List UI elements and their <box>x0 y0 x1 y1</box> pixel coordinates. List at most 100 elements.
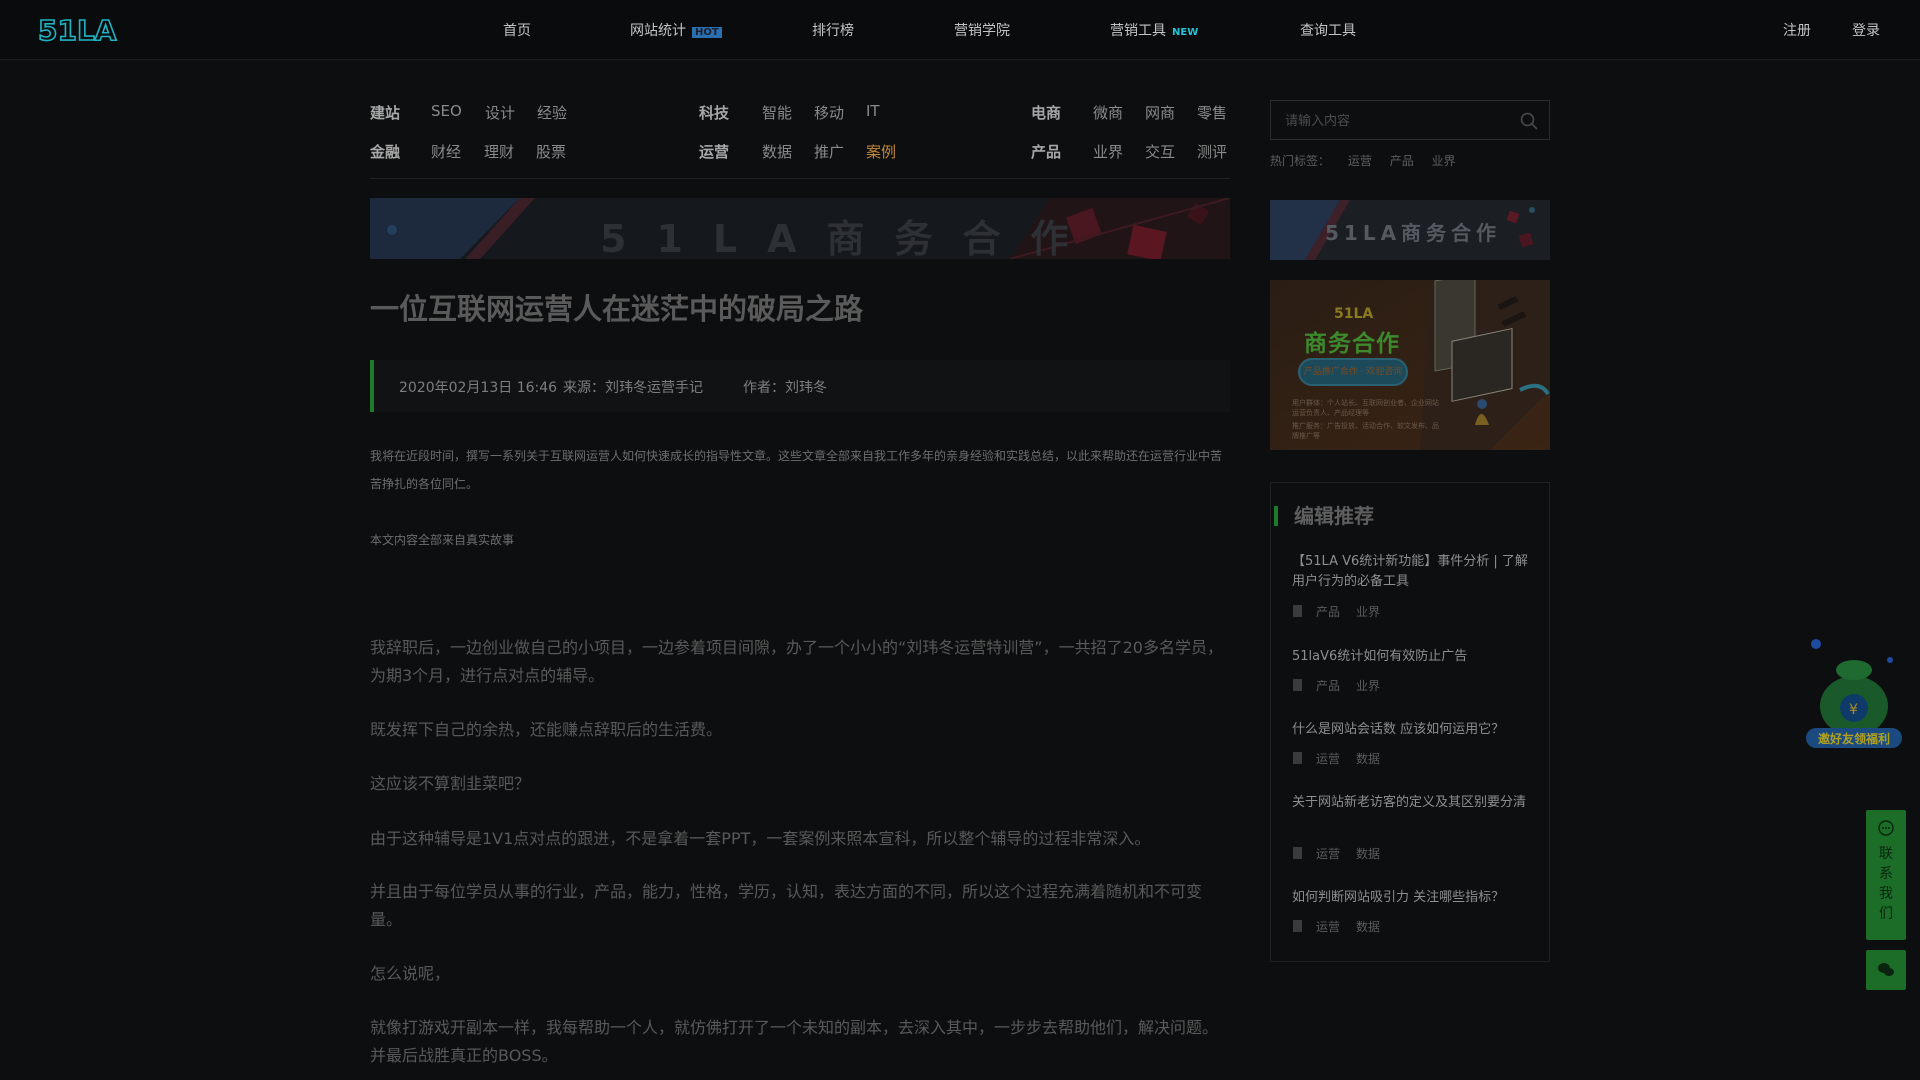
category-link[interactable]: 运营 <box>699 141 729 162</box>
article-intro: 我将在近段时间，撰写一系列关于互联网运营人如何快速成长的指导性文章。这些文章全部… <box>370 449 1223 491</box>
hot-badge: HOT <box>692 27 722 38</box>
recommend-article-link[interactable]: 【51LA V6统计新功能】事件分析 | 了解用户行为的必备工具 <box>1292 552 1537 592</box>
recommend-tags: 产品 业界 <box>1293 677 1396 694</box>
tag[interactable]: 业界 <box>1356 605 1380 619</box>
business-banner[interactable]: 51LA商务合作 <box>370 198 1230 259</box>
recommend-tags: 运营 数据 <box>1293 750 1396 767</box>
contact-us-button[interactable]: 联 系 我 们 <box>1866 810 1906 940</box>
logo[interactable]: 51LA <box>37 13 118 48</box>
category-link[interactable]: 零售 <box>1197 102 1227 123</box>
ad-text: 用户群体：个人站长、互联网创业者、企业网站运营负责人、产品经理等 <box>1292 399 1439 417</box>
contact-label-char: 我 <box>1879 886 1893 902</box>
nav-marketing-tools[interactable]: 营销工具 NEW <box>1110 20 1198 40</box>
editor-recommend-title: 编辑推荐 <box>1274 506 1374 526</box>
category-link[interactable]: 产品 <box>1031 141 1061 162</box>
top-navbar: 51LA 首页 网站统计 HOT 排行榜 营销学院 营销工具 NEW 查询工具 注册… <box>0 0 1920 60</box>
hot-tag[interactable]: 产品 <box>1390 154 1414 168</box>
nav-home[interactable]: 首页 <box>503 20 531 40</box>
sidebar-ad-banner[interactable]: 51LA 商务合作 产品推广合作 · 欢迎咨询 用户群体：个人站长、互联网创业者… <box>1270 280 1550 450</box>
tag-icon <box>1293 679 1302 691</box>
nav-query-tools[interactable]: 查询工具 <box>1300 20 1356 40</box>
chat-icon <box>1878 820 1894 836</box>
tag[interactable]: 运营 <box>1316 752 1340 766</box>
article-paragraph: 既发挥下自己的余热，还能赚点辞职后的生活费。 <box>370 720 723 739</box>
category-link[interactable]: 理财 <box>484 141 514 162</box>
wechat-icon <box>1878 963 1894 976</box>
tag-icon <box>1293 847 1302 859</box>
category-link[interactable]: 交互 <box>1145 141 1175 162</box>
article-paragraph: 并且由于每位学员从事的行业，产品，能力，性格，学历，认知，表达方面的不同，所以这… <box>370 882 1203 929</box>
banner-text: 51LA商务合作 <box>1325 221 1502 245</box>
banner-text: 51LA商务合作 <box>600 217 1099 259</box>
svg-text:51LA: 51LA <box>38 14 117 46</box>
tag-icon <box>1293 920 1302 932</box>
category-link[interactable]: 数据 <box>762 141 792 162</box>
category-link[interactable]: 网商 <box>1145 102 1175 123</box>
search-icon[interactable] <box>1519 111 1539 131</box>
article-paragraph: 就像打游戏开副本一样，我每帮助一个人，就仿佛打开了一个未知的副本，去深入其中，一… <box>370 1018 1219 1065</box>
article-author: 作者：刘玮冬 <box>743 380 827 396</box>
recommend-tags: 运营 数据 <box>1293 845 1396 862</box>
category-link[interactable]: 推广 <box>814 141 844 162</box>
tag[interactable]: 数据 <box>1356 920 1380 934</box>
category-link[interactable]: 设计 <box>485 102 515 123</box>
article-paragraph: 我辞职后，一边创业做自己的小项目，一边参着项目间隙，办了一个小小的“刘玮冬运营特… <box>370 638 1223 685</box>
ad-pill: 产品推广合作 · 欢迎咨询 <box>1298 358 1408 386</box>
new-badge: NEW <box>1172 27 1199 38</box>
article-source: 来源：刘玮冬运营手记 <box>563 380 703 396</box>
category-link[interactable]: 业界 <box>1093 141 1123 162</box>
category-link[interactable]: 电商 <box>1031 102 1061 123</box>
ad-brand: 51LA <box>1334 306 1374 322</box>
category-link[interactable]: 财经 <box>431 141 461 162</box>
tag[interactable]: 运营 <box>1316 847 1340 861</box>
category-link[interactable]: 测评 <box>1197 141 1227 162</box>
recommend-article-link[interactable]: 51laV6统计如何有效防止广告 <box>1292 647 1537 667</box>
invite-friends-mascot[interactable]: ¥ 邀好友领福利 <box>1802 636 1906 752</box>
tag[interactable]: 数据 <box>1356 847 1380 861</box>
category-link[interactable]: 科技 <box>699 102 729 123</box>
category-link[interactable]: 建站 <box>370 102 400 123</box>
article-paragraph: 怎么说呢， <box>370 964 451 983</box>
wechat-button[interactable] <box>1866 950 1906 990</box>
sidebar-business-banner[interactable]: 51LA商务合作 <box>1270 200 1550 260</box>
category-link[interactable]: 微商 <box>1093 102 1123 123</box>
recommend-tags: 产品 业界 <box>1293 603 1396 620</box>
article-title: 一位互联网运营人在迷茫中的破局之路 <box>370 292 864 326</box>
ad-headline: 商务合作 <box>1304 331 1400 357</box>
category-link[interactable]: 金融 <box>370 141 400 162</box>
nav-site-stats[interactable]: 网站统计 HOT <box>630 20 722 40</box>
article-paragraph: 这应该不算割韭菜吧？ <box>370 774 531 793</box>
tag[interactable]: 业界 <box>1356 679 1380 693</box>
hot-tags-label: 热门标签： <box>1270 154 1331 168</box>
nav-ranking[interactable]: 排行榜 <box>812 20 854 40</box>
nav-marketing-academy[interactable]: 营销学院 <box>954 20 1010 40</box>
category-link[interactable]: IT <box>866 102 880 120</box>
login-link[interactable]: 登录 <box>1852 20 1880 40</box>
tag-icon <box>1293 605 1302 617</box>
ad-text: 推广服务：广告投放、活动合作、软文发布、品牌推广等 <box>1292 422 1439 440</box>
tag[interactable]: 数据 <box>1356 752 1380 766</box>
article-paragraph: 由于这种辅导是1V1点对点的跟进，不是拿着一套PPT，一套案例来照本宣科，所以整… <box>370 829 1151 848</box>
contact-label-char: 系 <box>1879 866 1893 882</box>
search-box <box>1270 100 1550 140</box>
article-meta: 2020年02月13日 16:46 来源：刘玮冬运营手记 作者：刘玮冬 <box>370 360 1230 412</box>
category-link[interactable]: 移动 <box>814 102 844 123</box>
tag[interactable]: 产品 <box>1316 679 1340 693</box>
svg-text:¥: ¥ <box>1849 702 1858 718</box>
search-input[interactable] <box>1285 110 1505 132</box>
register-link[interactable]: 注册 <box>1783 20 1811 40</box>
recommend-tags: 运营 数据 <box>1293 918 1396 935</box>
recommend-article-link[interactable]: 如何判断网站吸引力 关注哪些指标？ <box>1292 888 1537 908</box>
recommend-article-link[interactable]: 什么是网站会话数 应该如何运用它？ <box>1292 720 1537 740</box>
article-date: 2020年02月13日 16:46 <box>399 380 558 396</box>
category-link[interactable]: 智能 <box>762 102 792 123</box>
tag[interactable]: 产品 <box>1316 605 1340 619</box>
hot-tag[interactable]: 业界 <box>1432 154 1456 168</box>
recommend-article-link[interactable]: 关于网站新老访客的定义及其区别要分清 <box>1292 793 1537 813</box>
category-link[interactable]: 经验 <box>537 102 567 123</box>
tag[interactable]: 运营 <box>1316 920 1340 934</box>
category-link[interactable]: 股票 <box>536 141 566 162</box>
category-link-active[interactable]: 案例 <box>866 141 896 162</box>
hot-tag[interactable]: 运营 <box>1348 154 1372 168</box>
category-link[interactable]: SEO <box>431 102 462 120</box>
